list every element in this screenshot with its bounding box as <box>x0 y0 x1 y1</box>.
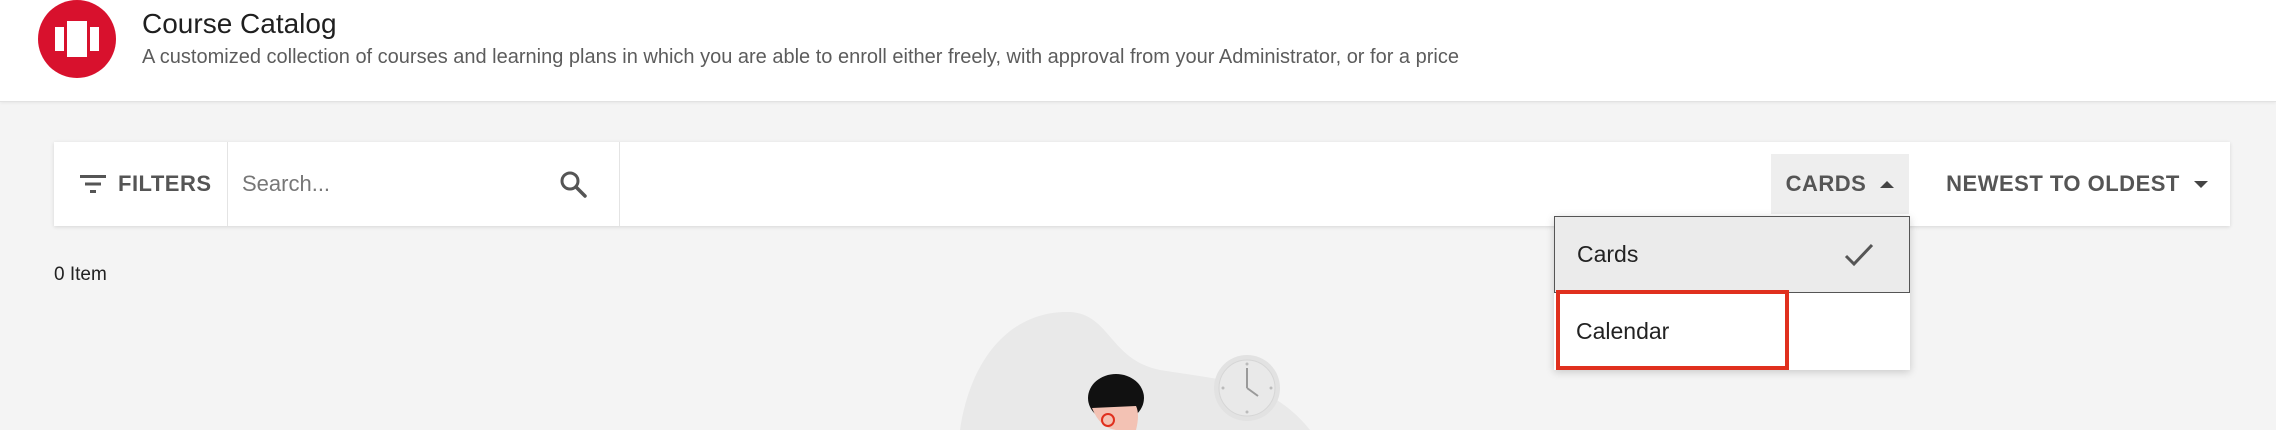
sort-order-button[interactable]: NEWEST TO OLDEST <box>1932 154 2222 214</box>
search-input[interactable] <box>242 164 512 204</box>
filters-button[interactable]: FILTERS <box>54 142 228 226</box>
dropdown-option-label: Calendar <box>1576 318 1670 344</box>
caret-down-icon <box>2193 180 2208 188</box>
catalog-icon <box>38 0 116 78</box>
dropdown-option-calendar[interactable]: Calendar <box>1554 293 1910 370</box>
search-box <box>228 142 620 226</box>
page-subtitle: A customized collection of courses and l… <box>142 46 1459 68</box>
page-header: Course Catalog A customized collection o… <box>0 0 2276 102</box>
item-count: 0 Item <box>54 264 107 285</box>
view-mode-button[interactable]: CARDS <box>1771 154 1909 214</box>
filter-icon <box>80 175 106 193</box>
checkmark-icon <box>1844 243 1874 267</box>
view-mode-dropdown: Cards Calendar <box>1554 216 1910 370</box>
catalog-toolbar: FILTERS CARDS NEWEST TO OLDEST <box>54 142 2230 226</box>
caret-up-icon <box>1880 180 1895 188</box>
view-mode-label: CARDS <box>1785 171 1867 196</box>
dropdown-option-cards[interactable]: Cards <box>1554 216 1910 293</box>
search-icon[interactable] <box>558 169 588 199</box>
page-title: Course Catalog <box>142 8 337 39</box>
dropdown-option-label: Cards <box>1577 241 1639 267</box>
sort-order-label: NEWEST TO OLDEST <box>1946 171 2180 196</box>
filters-label: FILTERS <box>118 171 212 196</box>
person-with-clock-illustration <box>960 311 1310 430</box>
